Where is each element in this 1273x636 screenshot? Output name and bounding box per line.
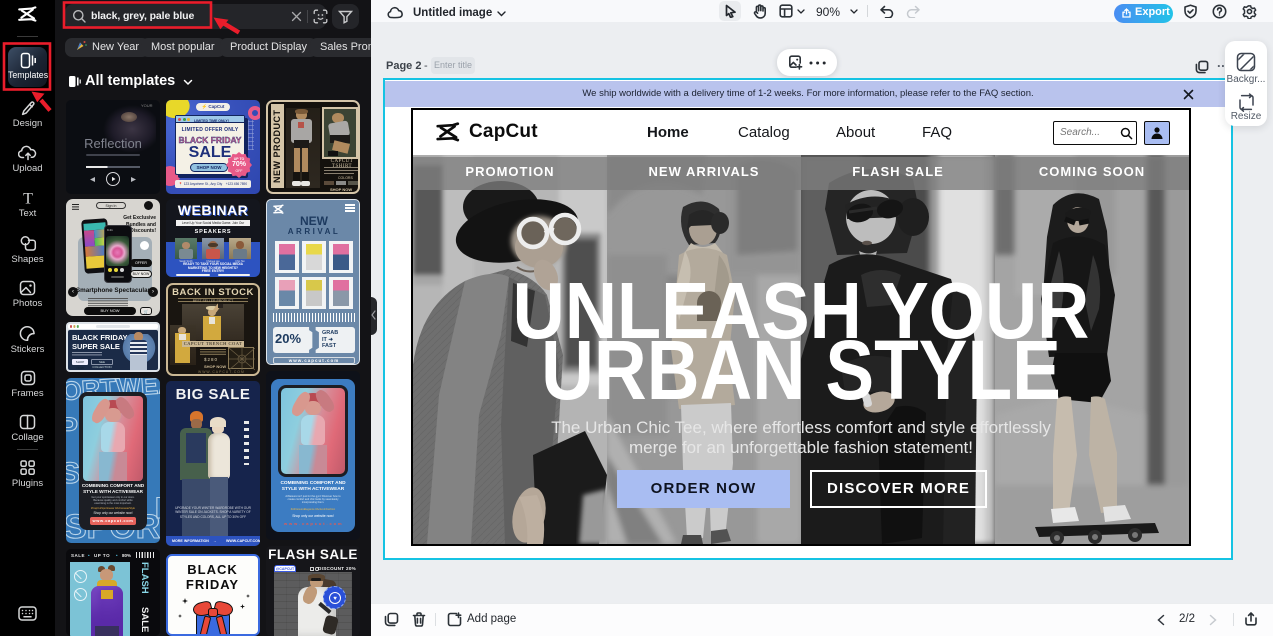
- svg-text:T: T: [23, 191, 33, 207]
